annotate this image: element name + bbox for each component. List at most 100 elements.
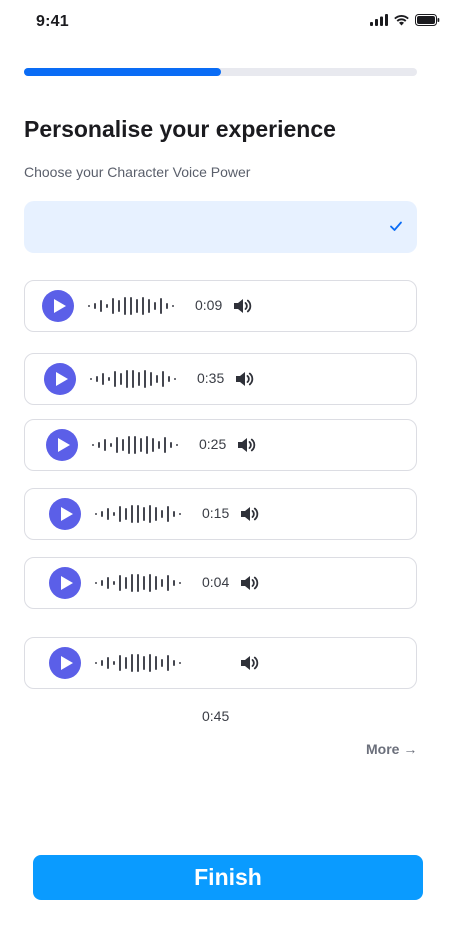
waveform-bar [131,505,133,523]
voice-card[interactable]: 0:25 [24,419,417,471]
waveform-bar [173,511,175,517]
waveform-bar [116,437,118,453]
waveform-bar [158,441,160,449]
waveform-bar [107,508,109,520]
waveform-bar [167,506,169,522]
speaker-icon[interactable] [236,435,256,455]
waveform-bar [122,439,124,451]
waveform-bar [113,661,115,665]
waveform-icon [95,573,181,593]
waveform-bar [110,443,112,447]
waveform-bar [170,442,172,448]
page-subtitle: Choose your Character Voice Power [24,164,251,180]
play-icon[interactable] [49,567,81,599]
voice-card[interactable]: 0:09 [24,280,417,332]
voice-card[interactable]: 0:04 [24,557,417,609]
waveform-bar [137,654,139,672]
waveform-bar [95,662,97,664]
waveform-bar [113,512,115,516]
waveform-bar [108,377,110,381]
waveform-bar [156,375,158,383]
waveform-bar [179,513,181,515]
waveform-bar [113,581,115,585]
waveform-icon [95,653,181,673]
speaker-icon[interactable] [234,369,254,389]
waveform-bar [104,439,106,451]
waveform-bar [149,574,151,592]
waveform-bar [173,660,175,666]
waveform-bar [94,303,96,309]
waveform-bar [106,304,108,308]
waveform-icon [92,435,178,455]
waveform-bar [96,376,98,382]
waveform-bar [125,508,127,520]
play-icon[interactable] [42,290,74,322]
waveform-bar [102,373,104,385]
more-link[interactable]: More → [366,741,417,757]
speaker-icon[interactable] [239,653,259,673]
waveform-bar [98,442,100,448]
voice-duration: 0:15 [202,505,230,521]
waveform-bar [140,438,142,452]
waveform-bar [132,370,134,388]
waveform-bar [176,444,178,446]
speaker-icon[interactable] [239,573,259,593]
waveform-bar [174,378,176,380]
finish-button[interactable]: Finish [33,855,423,900]
waveform-bar [149,654,151,672]
status-icons [370,14,440,26]
waveform-bar [143,507,145,521]
waveform-bar [146,436,148,454]
play-icon[interactable] [49,647,81,679]
play-icon[interactable] [44,363,76,395]
waveform-bar [118,300,120,312]
waveform-bar [161,579,163,587]
waveform-bar [101,511,103,517]
waveform-bar [114,371,116,387]
play-icon[interactable] [46,429,78,461]
speaker-icon[interactable] [232,296,252,316]
play-icon[interactable] [49,498,81,530]
battery-icon [415,14,440,26]
waveform-bar [144,370,146,388]
waveform-bar [167,655,169,671]
waveform-bar [154,302,156,310]
waveform-bar [95,582,97,584]
voice-card[interactable] [24,637,417,689]
waveform-bar [172,305,174,307]
progress-bar [24,68,417,76]
waveform-bar [119,575,121,591]
voice-duration-below: 0:45 [202,708,230,724]
waveform-bar [138,372,140,386]
waveform-bar [101,660,103,666]
waveform-bar [155,507,157,521]
waveform-bar [107,657,109,669]
voice-card[interactable]: 0:35 [24,353,417,405]
waveform-bar [107,577,109,589]
waveform-bar [160,298,162,314]
waveform-bar [112,298,114,314]
waveform-bar [152,438,154,452]
waveform-bar [125,577,127,589]
waveform-bar [88,305,90,307]
waveform-bar [143,656,145,670]
speaker-icon[interactable] [239,504,259,524]
selected-voice-option[interactable] [24,201,417,253]
waveform-bar [143,576,145,590]
voice-card[interactable]: 0:15 [24,488,417,540]
waveform-bar [100,300,102,312]
waveform-bar [126,370,128,388]
waveform-bar [179,662,181,664]
waveform-bar [173,580,175,586]
waveform-bar [92,444,94,446]
waveform-bar [125,657,127,669]
waveform-icon [95,504,181,524]
voice-duration: 0:25 [199,436,227,452]
waveform-bar [120,373,122,385]
waveform-bar [95,513,97,515]
waveform-bar [134,436,136,454]
wifi-icon [394,15,409,26]
voice-duration: 0:09 [195,297,223,313]
waveform-icon [90,369,176,389]
waveform-bar [155,576,157,590]
